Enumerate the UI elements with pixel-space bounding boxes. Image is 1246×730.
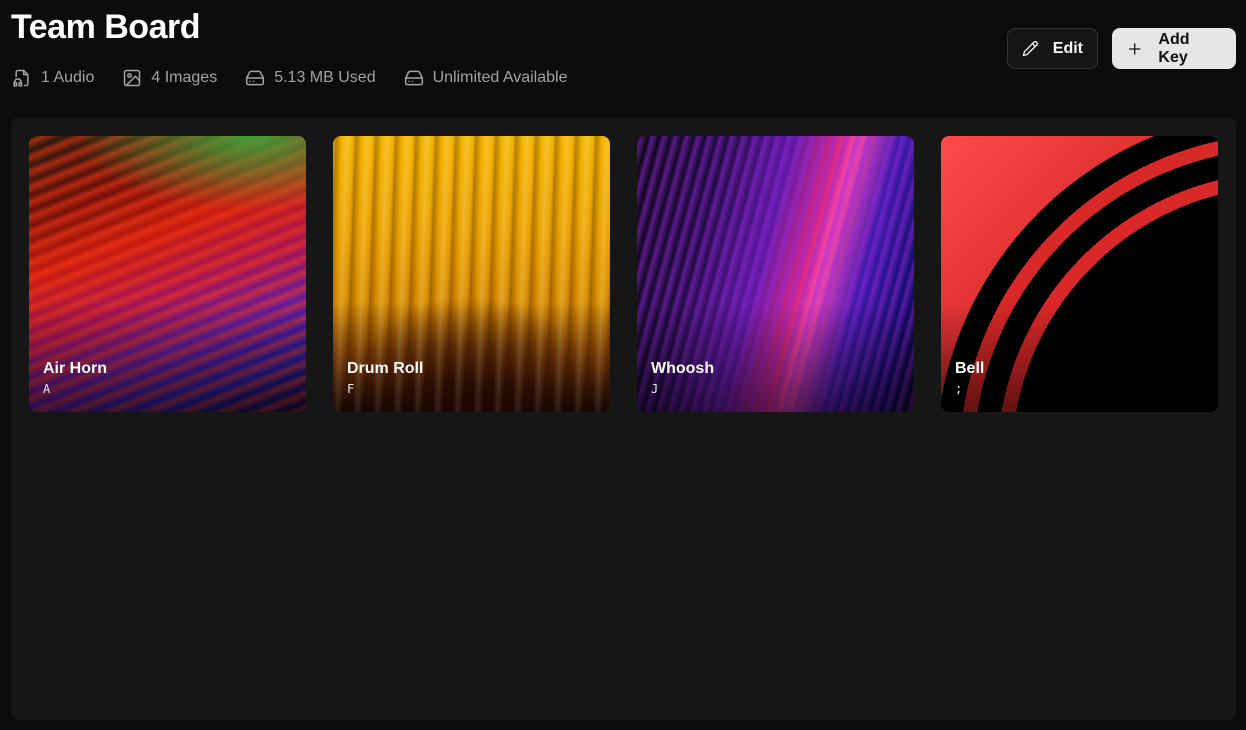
edit-button-label: Edit xyxy=(1052,39,1083,57)
stat-available-label: Unlimited Available xyxy=(432,69,568,86)
board-stats: 1 Audio 4 Images 5.13 MB Used Unlimited … xyxy=(12,66,567,90)
sound-card-drum-roll[interactable]: Drum Roll F xyxy=(333,136,610,412)
card-key: F xyxy=(347,382,355,396)
stat-images-label: 4 Images xyxy=(151,69,218,86)
card-title: Air Horn xyxy=(43,360,107,377)
card-key: ; xyxy=(955,382,963,396)
card-title: Whoosh xyxy=(651,360,715,377)
stat-images: 4 Images xyxy=(122,68,217,88)
card-key: A xyxy=(43,382,51,396)
header-actions: Edit Add Key xyxy=(1007,28,1236,69)
pencil-icon xyxy=(1022,41,1038,57)
card-title: Bell xyxy=(955,360,985,377)
sound-grid: Air Horn A Drum Roll F Whoosh J Bell ; xyxy=(29,136,1218,412)
sound-card-whoosh[interactable]: Whoosh J xyxy=(637,136,914,412)
app-window: Team Board 1 Audio 4 Images 5.13 MB Used… xyxy=(0,0,1246,730)
edit-button[interactable]: Edit xyxy=(1007,28,1098,69)
stat-used: 5.13 MB Used xyxy=(245,68,376,88)
sound-card-air-horn[interactable]: Air Horn A xyxy=(29,136,306,412)
hard-drive-icon xyxy=(246,70,265,86)
stat-used-label: 5.13 MB Used xyxy=(274,69,376,86)
add-key-button[interactable]: Add Key xyxy=(1112,28,1236,69)
page-title: Team Board xyxy=(11,8,200,46)
add-key-button-label: Add Key xyxy=(1158,30,1190,66)
card-key: J xyxy=(651,382,659,396)
stat-audio-label: 1 Audio xyxy=(41,69,95,86)
hard-drive-icon xyxy=(404,70,423,86)
sound-board: Air Horn A Drum Roll F Whoosh J Bell ; xyxy=(11,117,1236,720)
image-icon xyxy=(124,69,141,87)
stat-audio: 1 Audio xyxy=(12,68,94,88)
card-title: Drum Roll xyxy=(347,360,424,377)
audio-file-icon xyxy=(13,69,29,87)
stat-available: Unlimited Available xyxy=(404,68,568,88)
plus-icon xyxy=(1128,42,1141,55)
sound-card-bell[interactable]: Bell ; xyxy=(941,136,1218,412)
